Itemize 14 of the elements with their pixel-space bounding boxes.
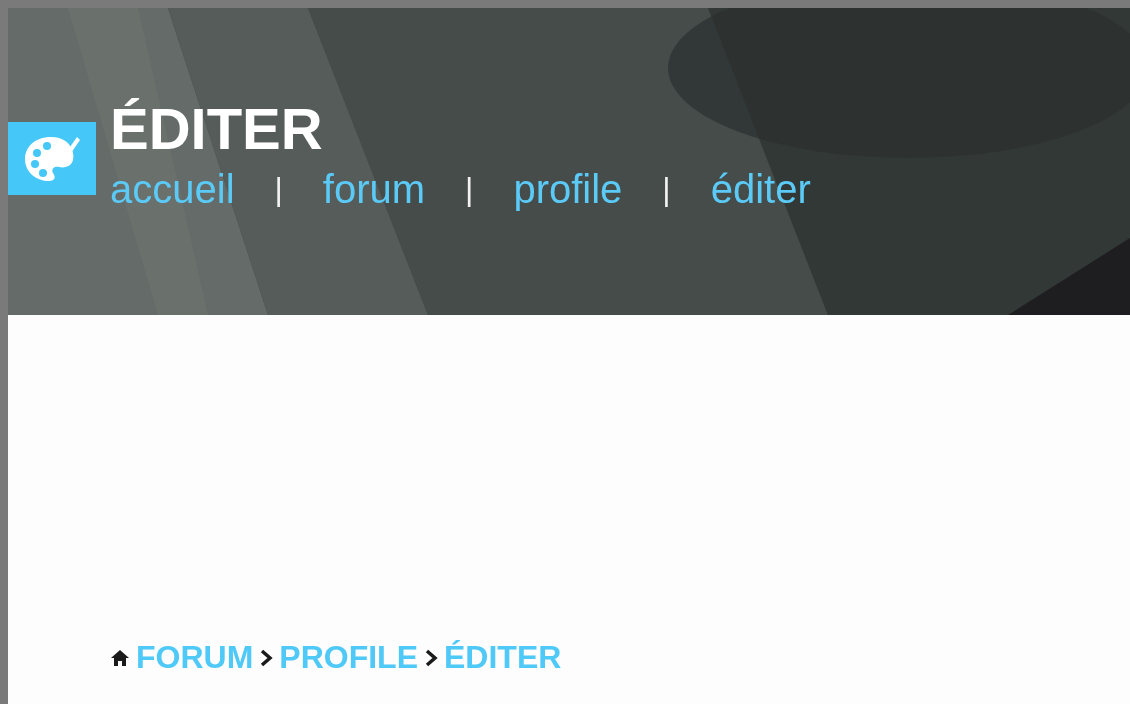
chevron-icon [259,647,274,668]
nav-separator: | [662,170,671,208]
nav-link[interactable]: éditer [710,166,811,212]
nav-link[interactable]: accueil [110,166,235,212]
breadcrumb-link[interactable]: PROFILE [279,639,418,676]
home-icon [110,648,130,667]
nav-separator: | [465,170,474,208]
nav-link[interactable]: profile [513,166,623,212]
nav-link[interactable]: forum [322,166,426,212]
page-title: ÉDITER [110,96,324,163]
nav-separator: | [274,170,283,208]
chevron-icon [424,647,438,668]
breadcrumb-link[interactable]: FORUM [136,639,254,676]
breadcrumb-link[interactable]: ÉDITER [444,639,562,676]
